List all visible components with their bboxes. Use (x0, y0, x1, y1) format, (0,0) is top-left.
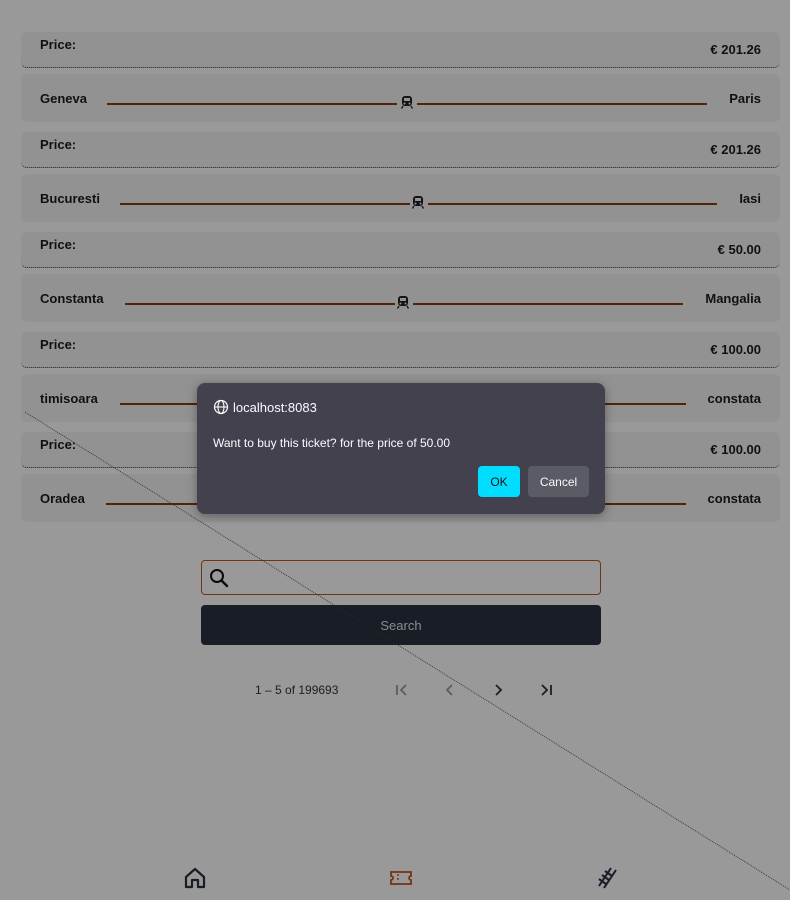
dialog-message: Want to buy this ticket? for the price o… (213, 436, 451, 450)
cancel-button[interactable]: Cancel (528, 466, 589, 497)
ticket-list-page: Price: € 201.26 Geneva Paris Price: € 20… (0, 0, 790, 900)
confirm-dialog: localhost:8083 Want to buy this ticket? … (197, 383, 605, 514)
ok-button[interactable]: OK (478, 466, 520, 497)
dialog-origin: localhost:8083 (233, 400, 317, 415)
globe-icon (213, 399, 229, 415)
